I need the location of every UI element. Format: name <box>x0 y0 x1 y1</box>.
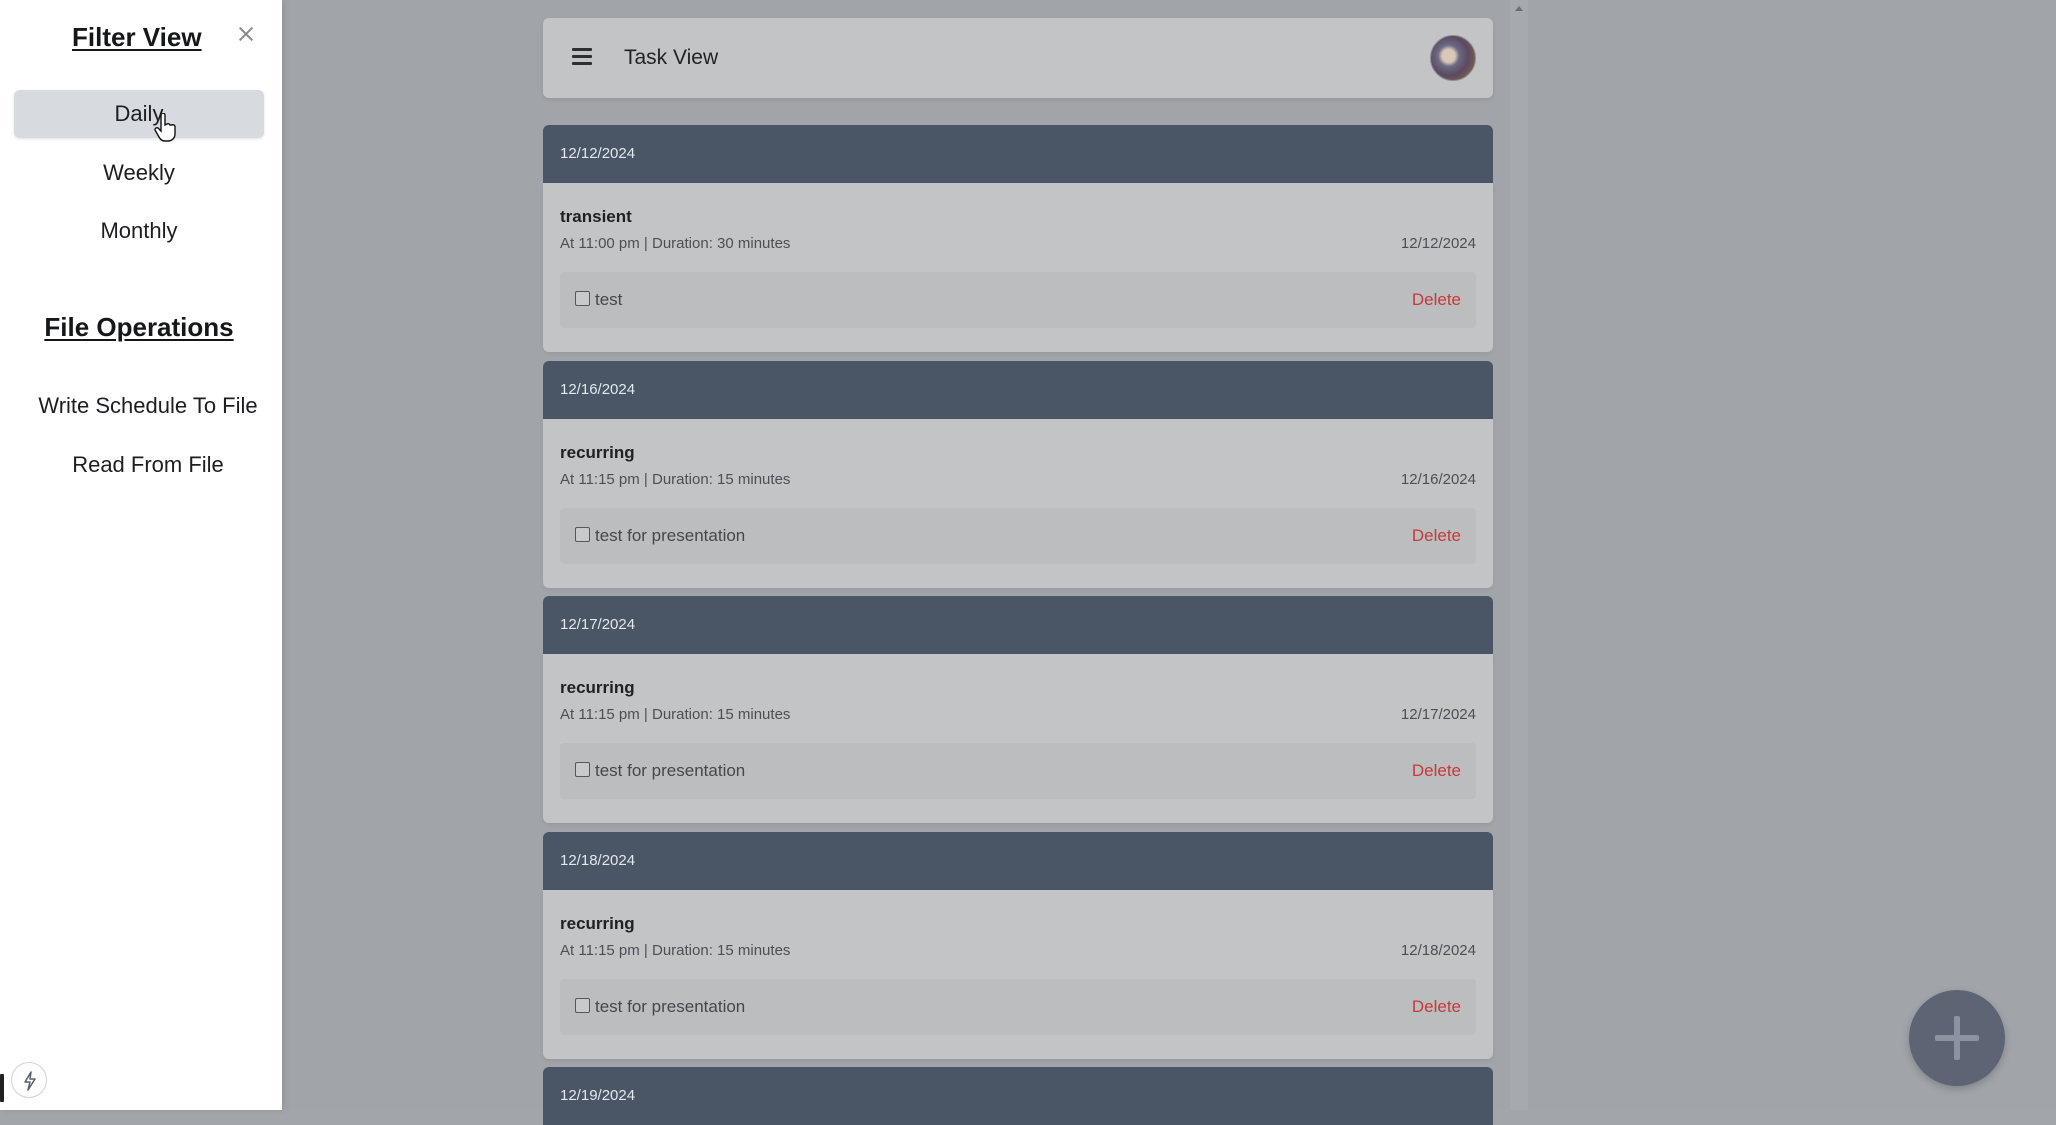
day-header: 12/17/2024 <box>543 596 1493 654</box>
day-header: 12/18/2024 <box>543 832 1493 890</box>
close-icon[interactable] <box>237 25 255 43</box>
task-meta: At 11:15 pm | Duration: 15 minutes 12/16… <box>560 471 1476 489</box>
subtask-row: test for presentation Delete <box>560 508 1476 564</box>
task-name: transient <box>560 207 632 226</box>
task-card: recurring At 11:15 pm | Duration: 15 min… <box>543 890 1493 1059</box>
delete-button[interactable]: Delete <box>1412 526 1461 546</box>
day-group: 12/12/2024 transient At 11:00 pm | Durat… <box>543 125 1493 352</box>
task-card: recurring At 11:15 pm | Duration: 15 min… <box>543 654 1493 823</box>
subtask-label: test for presentation <box>595 526 746 545</box>
subtask-checkbox[interactable] <box>575 527 590 542</box>
day-header: 12/16/2024 <box>543 361 1493 419</box>
subtask-checkbox[interactable] <box>575 762 590 777</box>
file-operations-title: File Operations <box>44 312 234 342</box>
drawer-title: Filter View <box>72 22 202 52</box>
filter-weekly-button[interactable]: Weekly <box>14 149 264 197</box>
day-header: 12/19/2024 <box>543 1067 1493 1125</box>
task-time-duration: At 11:00 pm | Duration: 30 minutes <box>560 235 791 252</box>
subtask-label: test <box>595 290 623 309</box>
day-header: 12/12/2024 <box>543 125 1493 183</box>
day-group: 12/18/2024 recurring At 11:15 pm | Durat… <box>543 832 1493 1059</box>
avatar[interactable] <box>1430 35 1476 81</box>
task-list-column: Task View 12/12/2024 transient At 11:00 … <box>543 0 1493 1125</box>
task-meta: At 11:00 pm | Duration: 30 minutes 12/12… <box>560 235 1476 253</box>
task-date: 12/16/2024 <box>1400 471 1476 488</box>
filter-daily-button[interactable]: Daily <box>14 90 264 138</box>
read-file-button[interactable]: Read From File <box>14 445 282 485</box>
task-card: recurring At 11:15 pm | Duration: 15 min… <box>543 419 1493 588</box>
day-group: 12/17/2024 recurring At 11:15 pm | Durat… <box>543 596 1493 823</box>
add-task-button[interactable] <box>1909 990 2005 1086</box>
task-time-duration: At 11:15 pm | Duration: 15 minutes <box>560 471 791 488</box>
subtask-label: test for presentation <box>595 997 746 1016</box>
task-meta: At 11:15 pm | Duration: 15 minutes 12/18… <box>560 942 1476 960</box>
task-name: recurring <box>560 914 635 933</box>
quick-action-button[interactable] <box>11 1062 47 1098</box>
lightning-icon <box>24 1071 36 1091</box>
write-schedule-button[interactable]: Write Schedule To File <box>14 386 282 426</box>
subtask-row: test for presentation Delete <box>560 743 1476 799</box>
subtask-label: test for presentation <box>595 761 746 780</box>
delete-button[interactable]: Delete <box>1412 997 1461 1017</box>
task-date: 12/12/2024 <box>1400 235 1476 252</box>
page-title: Task View <box>624 46 719 69</box>
day-group: 12/16/2024 recurring At 11:15 pm | Durat… <box>543 361 1493 588</box>
task-name: recurring <box>560 678 635 697</box>
task-meta: At 11:15 pm | Duration: 15 minutes 12/17… <box>560 706 1476 724</box>
delete-button[interactable]: Delete <box>1412 761 1461 781</box>
scrollbar[interactable] <box>1510 0 1528 1110</box>
task-time-duration: At 11:15 pm | Duration: 15 minutes <box>560 706 791 723</box>
hand-cursor-icon <box>154 113 176 142</box>
day-group: 12/19/2024 <box>543 1067 1493 1125</box>
task-date: 12/17/2024 <box>1400 706 1476 723</box>
subtask-checkbox[interactable] <box>575 291 590 306</box>
subtask-row: test Delete <box>560 272 1476 328</box>
subtask-row: test for presentation Delete <box>560 979 1476 1035</box>
task-name: recurring <box>560 443 635 462</box>
task-card: transient At 11:00 pm | Duration: 30 min… <box>543 183 1493 352</box>
delete-button[interactable]: Delete <box>1412 290 1461 310</box>
edge-marker <box>0 1074 4 1102</box>
filter-drawer: Filter View Daily Weekly Monthly File Op… <box>0 0 282 1110</box>
task-date: 12/18/2024 <box>1400 942 1476 959</box>
filter-monthly-button[interactable]: Monthly <box>14 207 264 255</box>
subtask-checkbox[interactable] <box>575 998 590 1013</box>
task-time-duration: At 11:15 pm | Duration: 15 minutes <box>560 942 791 959</box>
scroll-up-arrow-icon[interactable] <box>1515 6 1523 11</box>
task-view-header: Task View <box>543 18 1493 98</box>
hamburger-icon[interactable] <box>572 48 592 66</box>
